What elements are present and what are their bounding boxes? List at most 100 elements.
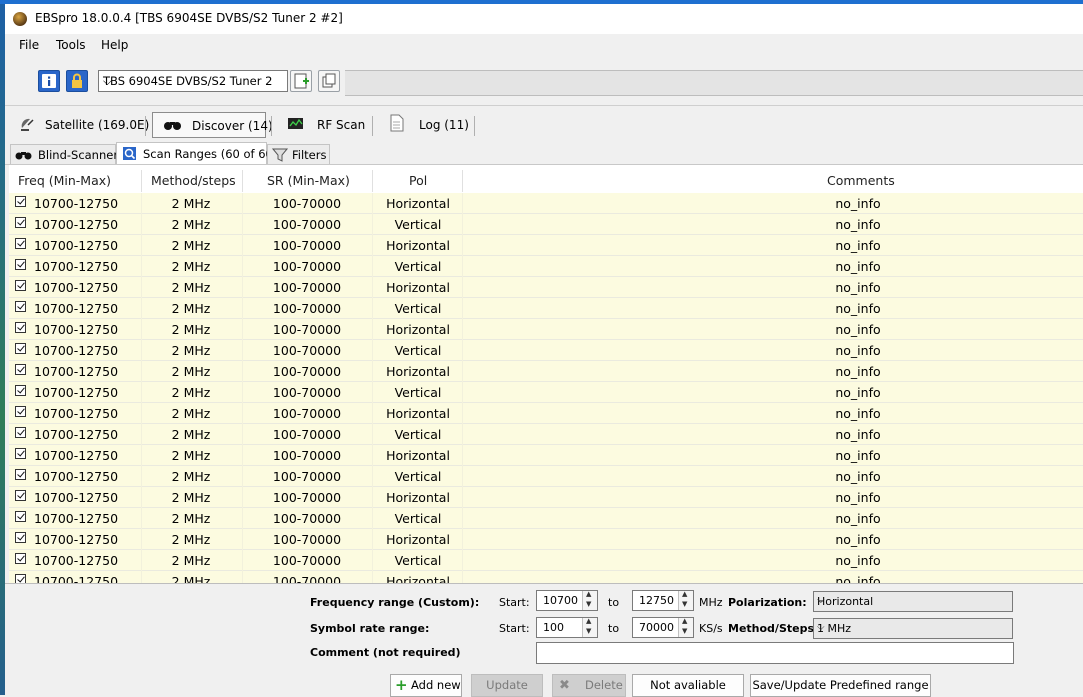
comment-input[interactable] <box>536 642 1014 664</box>
row-checkbox[interactable] <box>15 511 26 522</box>
cell-freq: 10700-12750 <box>34 553 119 568</box>
table-row[interactable]: 10700-12750 2 MHz 100-70000 Vertical no_info <box>9 340 1083 361</box>
add-new-button[interactable]: + Add new <box>390 674 462 697</box>
table-row[interactable]: 10700-12750 2 MHz 100-70000 Horizontal no_in… <box>9 571 1083 583</box>
row-checkbox[interactable] <box>15 259 26 270</box>
row-checkbox[interactable] <box>15 448 26 459</box>
column-header-sr[interactable]: SR (Min-Max) <box>267 173 350 188</box>
tab-blind-scanner[interactable]: Blind-Scanner <box>10 144 118 164</box>
binoculars-icon <box>164 122 181 130</box>
row-checkbox[interactable] <box>15 406 26 417</box>
not-available-button[interactable]: Not avaliable <box>632 674 744 697</box>
table-row[interactable]: 10700-12750 2 MHz 100-70000 Vertical no_info <box>9 466 1083 487</box>
table-row[interactable]: 10700-12750 2 MHz 100-70000 Vertical no_info <box>9 256 1083 277</box>
lock-button[interactable] <box>66 70 88 92</box>
delete-button[interactable]: ✖ Delete <box>552 674 626 697</box>
table-row[interactable]: 10700-12750 2 MHz 100-70000 Horizontal no_in… <box>9 193 1083 214</box>
tuner-select[interactable]: TBS 6904SE DVBS/S2 Tuner 2 ⌵ <box>98 70 288 92</box>
cell-sr: 100-70000 <box>272 343 342 358</box>
row-checkbox[interactable] <box>15 217 26 228</box>
table-row[interactable]: 10700-12750 2 MHz 100-70000 Horizontal no_in… <box>9 529 1083 550</box>
table-row[interactable]: 10700-12750 2 MHz 100-70000 Vertical no_info <box>9 424 1083 445</box>
column-divider <box>462 170 463 192</box>
table-row[interactable]: 10700-12750 2 MHz 100-70000 Vertical no_info <box>9 298 1083 319</box>
cell-sr: 100-70000 <box>272 322 342 337</box>
update-button[interactable]: Update <box>471 674 543 697</box>
method-steps-select[interactable]: 1 MHz ⌵ <box>813 618 1013 639</box>
menu-tools[interactable]: Tools <box>56 38 86 52</box>
tab-filters[interactable]: Filters <box>267 144 330 164</box>
save-predefined-range-button[interactable]: Save/Update Predefined range <box>750 674 931 697</box>
add-tuner-button[interactable] <box>290 70 312 92</box>
table-row[interactable]: 10700-12750 2 MHz 100-70000 Horizontal no_in… <box>9 319 1083 340</box>
sr-start-stepper[interactable]: 100 <box>536 617 598 638</box>
table-row[interactable]: 10700-12750 2 MHz 100-70000 Horizontal no_in… <box>9 403 1083 424</box>
cell-divider <box>141 214 142 235</box>
cell-sr: 100-70000 <box>272 364 342 379</box>
spin-arrows-icon[interactable] <box>678 617 693 637</box>
row-checkbox[interactable] <box>15 364 26 375</box>
tab-log[interactable]: Log (11) <box>385 112 469 138</box>
cell-comment: no_info <box>835 259 881 274</box>
cell-divider <box>372 487 373 508</box>
row-checkbox[interactable] <box>15 532 26 543</box>
table-row[interactable]: 10700-12750 2 MHz 100-70000 Vertical no_info <box>9 382 1083 403</box>
table-row[interactable]: 10700-12750 2 MHz 100-70000 Horizontal no_in… <box>9 277 1083 298</box>
row-checkbox[interactable] <box>15 301 26 312</box>
cell-comment: no_info <box>835 364 881 379</box>
row-checkbox[interactable] <box>15 322 26 333</box>
column-header-pol[interactable]: Pol <box>409 173 427 188</box>
cell-freq: 10700-12750 <box>34 238 119 253</box>
tab-satellite[interactable]: Satellite (169.0E) <box>15 112 149 138</box>
satellite-dish-icon <box>21 118 34 131</box>
cell-divider <box>372 403 373 424</box>
row-checkbox[interactable] <box>15 553 26 564</box>
table-row[interactable]: 10700-12750 2 MHz 100-70000 Horizontal no_in… <box>9 235 1083 256</box>
freq-end-stepper[interactable]: 12750 <box>632 590 694 611</box>
cell-divider <box>141 508 142 529</box>
cell-method: 2 MHz <box>171 427 211 442</box>
freq-start-stepper[interactable]: 10700 <box>536 590 598 611</box>
column-header-freq[interactable]: Freq (Min-Max) <box>18 173 111 188</box>
table-row[interactable]: 10700-12750 2 MHz 100-70000 Horizontal no_in… <box>9 361 1083 382</box>
row-checkbox[interactable] <box>15 280 26 291</box>
table-row[interactable]: 10700-12750 2 MHz 100-70000 Vertical no_info <box>9 550 1083 571</box>
cell-pol: Horizontal <box>386 238 450 253</box>
table-row[interactable]: 10700-12750 2 MHz 100-70000 Vertical no_info <box>9 508 1083 529</box>
row-checkbox[interactable] <box>15 196 26 207</box>
tab-rf-scan[interactable]: RF Scan <box>283 112 365 138</box>
row-checkbox[interactable] <box>15 385 26 396</box>
cell-divider <box>242 361 243 382</box>
method-steps-label: Method/Steps: <box>728 622 819 635</box>
row-checkbox[interactable] <box>15 490 26 501</box>
table-row[interactable]: 10700-12750 2 MHz 100-70000 Horizontal no_in… <box>9 445 1083 466</box>
polarization-select[interactable]: Horizontal ⌵ <box>813 591 1013 612</box>
menu-help[interactable]: Help <box>101 38 128 52</box>
column-header-method[interactable]: Method/steps <box>151 173 236 188</box>
cell-divider <box>462 382 463 403</box>
column-header-comments[interactable]: Comments <box>827 173 895 188</box>
row-checkbox[interactable] <box>15 574 26 583</box>
sr-end-stepper[interactable]: 70000 <box>632 617 694 638</box>
spin-arrows-icon[interactable] <box>582 590 597 610</box>
freq-start-value: 10700 <box>543 594 578 607</box>
spin-arrows-icon[interactable] <box>678 590 693 610</box>
tab-discover[interactable]: Discover (14) <box>152 112 273 138</box>
row-checkbox[interactable] <box>15 343 26 354</box>
cell-freq: 10700-12750 <box>34 280 119 295</box>
row-checkbox[interactable] <box>15 238 26 249</box>
table-row[interactable]: 10700-12750 2 MHz 100-70000 Horizontal no_in… <box>9 487 1083 508</box>
main-tabs: Satellite (169.0E) Discover (14) RF Scan… <box>5 105 1083 144</box>
info-button[interactable] <box>38 70 60 92</box>
menu-bar: File Tools Help <box>5 34 1083 58</box>
menu-file[interactable]: File <box>19 38 39 52</box>
copy-tuner-button[interactable] <box>318 70 340 92</box>
row-checkbox[interactable] <box>15 427 26 438</box>
document-icon <box>390 114 404 132</box>
row-checkbox[interactable] <box>15 469 26 480</box>
tab-scan-ranges[interactable]: Scan Ranges (60 of 60) <box>116 142 277 164</box>
cell-freq: 10700-12750 <box>34 448 119 463</box>
cell-pol: Horizontal <box>386 280 450 295</box>
spin-arrows-icon[interactable] <box>582 617 597 637</box>
table-row[interactable]: 10700-12750 2 MHz 100-70000 Vertical no_info <box>9 214 1083 235</box>
